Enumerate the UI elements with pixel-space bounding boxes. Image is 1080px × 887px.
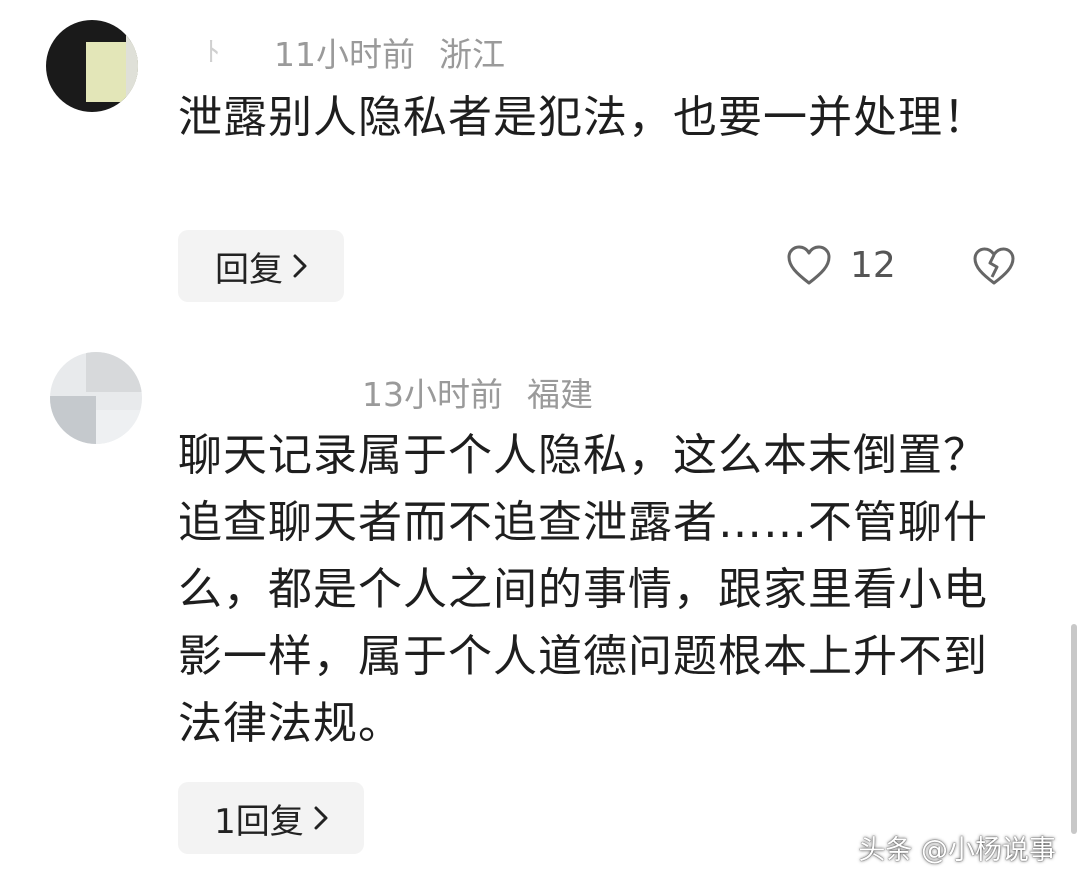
comment-text: 聊天记录属于个人隐私，这么本末倒置？追查聊天者而不追查泄露者……不管聊什么，都是… — [178, 430, 988, 749]
broken-heart-icon[interactable] — [972, 246, 1016, 286]
chevron-right-icon — [314, 806, 328, 830]
like-count: 12 — [850, 244, 896, 286]
username-masked: ﾄ — [206, 35, 221, 68]
avatar[interactable] — [46, 20, 138, 112]
scrollbar[interactable] — [1071, 624, 1077, 834]
reply-label: 回复 — [215, 249, 283, 290]
comment-meta: 13小时前 福建 — [362, 368, 617, 416]
comment-item: 13小时前 福建 聊天记录属于个人隐私，这么本末倒置？追查聊天者而不追查泄露者……… — [0, 330, 1080, 887]
comment-item: ﾄ 11小时前 浙江 泄露别人隐私者是犯法，也要一并处理！ 回复 12 — [0, 0, 1080, 330]
reply-button[interactable]: 回复 — [178, 230, 344, 302]
watermark: 头条 @小杨说事 — [858, 835, 1056, 866]
comment-location: 浙江 — [439, 35, 505, 74]
heart-outline-icon — [786, 244, 832, 286]
like-button[interactable]: 12 — [786, 244, 896, 286]
reply-button[interactable]: 1回复 — [178, 782, 364, 854]
chevron-right-icon — [293, 254, 307, 278]
comment-time: 13小时前 — [362, 375, 503, 414]
comment-text: 泄露别人隐私者是犯法，也要一并处理！ — [178, 92, 988, 143]
comment-location: 福建 — [527, 375, 593, 414]
comment-meta: 11小时前 浙江 — [274, 28, 529, 76]
avatar[interactable] — [50, 352, 142, 444]
reply-label: 1回复 — [214, 801, 304, 842]
comment-time: 11小时前 — [274, 35, 415, 74]
